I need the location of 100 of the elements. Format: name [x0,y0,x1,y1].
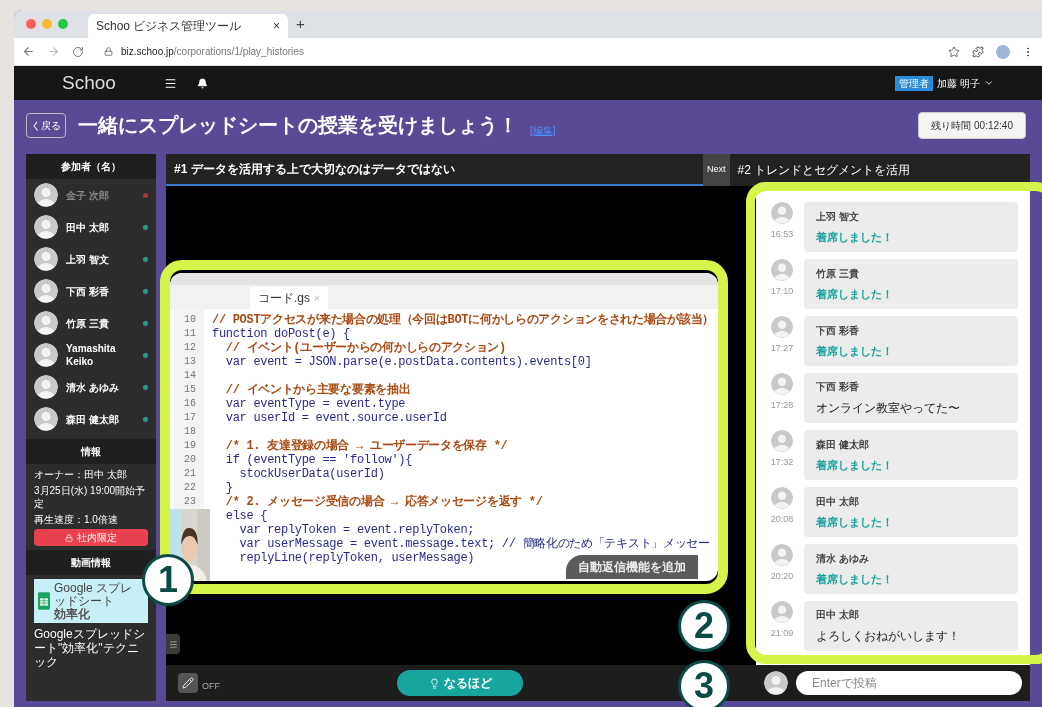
message-time: 20:20 [770,570,794,583]
lock-icon [104,47,113,56]
line-number: 18 [184,426,196,438]
pen-button[interactable] [178,673,198,693]
code-line: function doPost(e) { [212,327,351,341]
chapter-list-icon[interactable] [166,634,180,654]
reload-icon[interactable] [72,45,84,58]
chat-input[interactable]: Enterで投稿 [796,671,1022,695]
avatar [34,183,58,207]
info-line: 3月25日(水) 19:00開始予定 [34,484,147,510]
avatar [34,407,58,431]
editor-tab[interactable]: コード.gs × [250,287,328,309]
line-number: 11 [184,328,196,340]
code-line: // イベント(ユーザーからの何かしらのアクション) [224,341,506,355]
avatar [771,373,793,395]
video-info-heading: 動画情報 [26,550,156,575]
code-line: /* 2. メッセージ受信の場合 → 応答メッセージを返す */ [224,495,543,509]
thumbnail-title: 効率化 [54,607,91,621]
logo[interactable]: Schoo [62,68,116,98]
browser-tab[interactable]: Schoo ビジネス管理ツール × [88,14,288,38]
line-number: 10 [184,314,196,326]
message-text: よろしくおねがいします！ [816,628,961,645]
participant-name: 田中 太郎 [66,220,110,234]
next-label: Next [703,154,730,186]
sender-name: 竹原 三貴 [816,266,860,281]
code-line: // POSTアクセスが来た場合の処理（今回はBOTに何かしらのアクションをされた場合が該当） [212,313,714,327]
lightbulb-icon [428,677,440,689]
avatar [771,316,793,338]
avatar [34,279,58,303]
message-time: 20:08 [770,513,794,526]
avatar [771,487,793,509]
line-number: 12 [184,342,196,354]
message-time: 17:28 [770,399,794,412]
bookmark-star-icon[interactable] [948,45,960,58]
line-number: 17 [184,412,196,424]
caret-icon [984,78,994,88]
sender-name: 上羽 智文 [816,209,860,224]
message-text: 着席しました！ [816,343,894,359]
participant-name: 清水 あゆみ [66,380,120,394]
message-text: オンライン教室やってた〜 [816,400,961,417]
sender-name: 下西 彩香 [816,380,860,394]
participant-name: 上羽 智文 [66,252,110,266]
code-line: // イベントから主要な要素を抽出 [224,383,411,397]
message-time: 17:27 [770,342,794,355]
participants-heading: 参加者（名） [26,154,156,179]
avatar [771,430,793,452]
menu-icon[interactable] [163,76,177,90]
current-chapter: #1 データを活用する上で大切なのはデータではない [174,161,455,178]
participant-name: 下西 彩香 [66,284,110,298]
message-time: 16:53 [770,228,794,241]
avatar [771,601,793,623]
line-number: 20 [184,454,196,466]
video-caption: 自動返信機能を追加 [566,555,698,579]
participant-name: 森田 健太郎 [66,412,120,426]
avatar [34,215,58,239]
sender-name: 下西 彩香 [816,323,860,338]
participant-name: 竹原 三貴 [66,316,110,330]
extensions-icon[interactable] [972,45,984,58]
line-number: 22 [184,482,196,494]
code-line: var eventType = event.type [224,397,406,411]
back-icon[interactable] [22,45,35,58]
code-line: var event = JSON.parse(e.postData.contents).events[0] [224,355,592,369]
participant-name: Yamashita Keiko [66,342,117,368]
bell-icon[interactable] [196,77,208,89]
avatar [764,671,788,695]
line-number: 21 [184,468,196,480]
close-window-icon[interactable] [26,19,36,29]
avatar [34,247,58,271]
message-time: 17:32 [770,456,794,469]
sender-name: 田中 太郎 [816,608,860,622]
line-number: 14 [184,370,196,382]
role-badge: 管理者 [895,75,934,91]
spreadsheet-icon [38,592,50,610]
next-chapter[interactable]: #2 トレンドとセグメントを活用 [729,154,919,186]
user-menu[interactable]: 加藤 明子 [937,75,994,91]
avatar [771,202,793,224]
line-number: 23 [184,496,196,508]
sender-name: 清水 あゆみ [816,551,870,566]
avatar [771,259,793,281]
lock-icon [65,533,73,542]
message-text: 着席しました！ [816,457,894,473]
info-heading: 情報 [26,439,156,464]
thumbnail-subtitle: Google スプレッドシート [54,581,134,608]
new-tab-button[interactable]: + [296,12,305,36]
restriction-badge: 社内限定 [34,529,148,546]
code-line: stockUserData(userId) [238,467,385,481]
line-number: 16 [184,398,196,410]
avatar [34,343,58,367]
pen-state: OFF [202,679,220,693]
code-line: replyLine(replyToken, userMessage) [238,551,475,565]
code-line: /* 1. 友達登録の場合 → ユーザーデータを保存 */ [224,439,508,453]
video-thumbnail[interactable]: Google スプレッドシート 効率化 [34,579,148,623]
participant-name: 金子 次郎 [66,188,110,202]
code-line: var userMessage = event.message.text; // 簡略化のため「テキスト」メッセー [238,537,710,551]
code-line: var replyToken = event.replyToken; [238,523,475,537]
back-button[interactable]: く戻る [26,112,66,138]
page-title: 一緒にスプレッドシートの授業を受けましょう！ [78,113,518,138]
tab-close-button[interactable]: × [273,17,280,35]
message-text: 着席しました！ [816,514,894,530]
remaining-time: 残り時間 00:12:40 [918,111,1026,139]
